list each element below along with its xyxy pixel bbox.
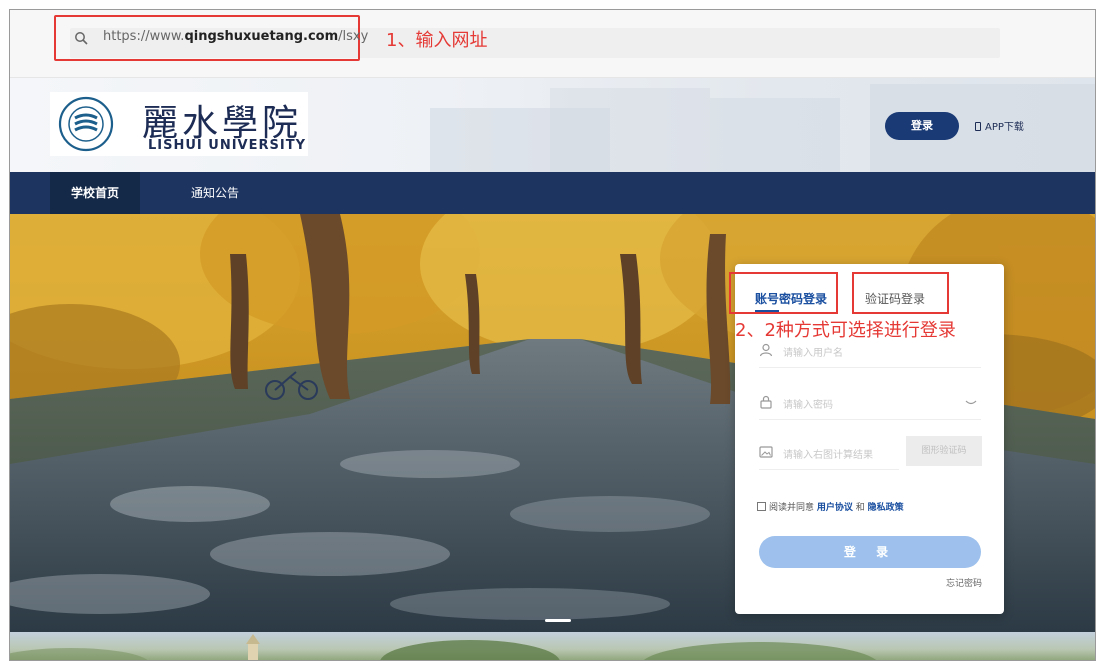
next-section-preview xyxy=(10,632,1095,661)
username-field[interactable]: 请输入用户名 xyxy=(759,334,981,368)
user-icon xyxy=(759,343,773,357)
username-placeholder: 请输入用户名 xyxy=(783,348,843,359)
agreement-row: 阅读并同意 用户协议 和 隐私政策 xyxy=(757,500,904,513)
site-header: 麗水學院 LISHUI UNIVERSITY 登录 APP下载 xyxy=(10,78,1095,172)
tab-verification-code[interactable]: 验证码登录 xyxy=(865,290,925,307)
university-seal-icon xyxy=(58,96,114,152)
forgot-password-link[interactable]: 忘记密码 xyxy=(946,576,982,589)
privacy-policy-link[interactable]: 隐私政策 xyxy=(868,503,904,513)
university-logo[interactable]: 麗水學院 LISHUI UNIVERSITY xyxy=(50,92,308,156)
captcha-field[interactable]: 请输入右图计算结果 xyxy=(759,436,899,470)
tab-account-password[interactable]: 账号密码登录 xyxy=(755,290,827,307)
header-login-button[interactable]: 登录 xyxy=(885,112,959,140)
login-submit-button[interactable]: 登 录 xyxy=(759,536,981,568)
active-tab-underline xyxy=(755,310,779,312)
captcha-placeholder: 请输入右图计算结果 xyxy=(783,450,873,461)
nav-item-notices[interactable]: 通知公告 xyxy=(170,172,260,214)
phone-icon xyxy=(975,122,981,131)
user-agreement-link[interactable]: 用户协议 xyxy=(817,503,853,513)
agree-checkbox[interactable] xyxy=(757,502,766,511)
logo-english-name: LISHUI UNIVERSITY xyxy=(148,138,306,153)
app-download-link[interactable]: APP下载 xyxy=(975,118,1024,133)
main-nav: 学校首页 通知公告 xyxy=(10,172,1095,214)
step1-annotation: 1、输入网址 xyxy=(386,30,488,51)
lock-icon xyxy=(760,395,772,409)
captcha-image-button[interactable]: 图形验证码 xyxy=(906,436,982,466)
password-placeholder: 请输入密码 xyxy=(783,400,833,411)
campus-skyline-photo xyxy=(10,634,878,661)
url-text[interactable]: https://www.qingshuxuetang.com/lsxy xyxy=(103,29,368,44)
carousel-indicator[interactable] xyxy=(545,619,571,622)
image-icon xyxy=(759,446,773,458)
nav-item-home[interactable]: 学校首页 xyxy=(50,172,140,214)
eye-closed-icon[interactable] xyxy=(965,399,977,407)
login-panel: 账号密码登录 验证码登录 2、2种方式可选择进行登录 请输入用户名 请输入密码 … xyxy=(729,264,1004,614)
search-icon xyxy=(75,32,88,45)
password-field[interactable]: 请输入密码 xyxy=(759,386,981,420)
